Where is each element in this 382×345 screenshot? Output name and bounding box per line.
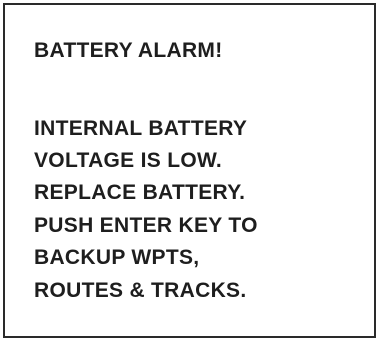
alarm-message-line-6: ROUTES & TRACKS. [34, 279, 247, 302]
alarm-message-line-4: PUSH ENTER KEY TO [34, 214, 258, 237]
alarm-message-line-5: BACKUP WPTS, [34, 246, 200, 269]
alarm-message-line-2: VOLTAGE IS LOW. [34, 149, 223, 172]
alarm-title: BATTERY ALARM! [34, 39, 223, 62]
alarm-message-line-3: REPLACE BATTERY. [34, 181, 246, 204]
battery-alarm-dialog: BATTERY ALARM! INTERNAL BATTERY VOLTAGE … [3, 3, 376, 338]
alarm-message-line-1: INTERNAL BATTERY [34, 117, 248, 140]
